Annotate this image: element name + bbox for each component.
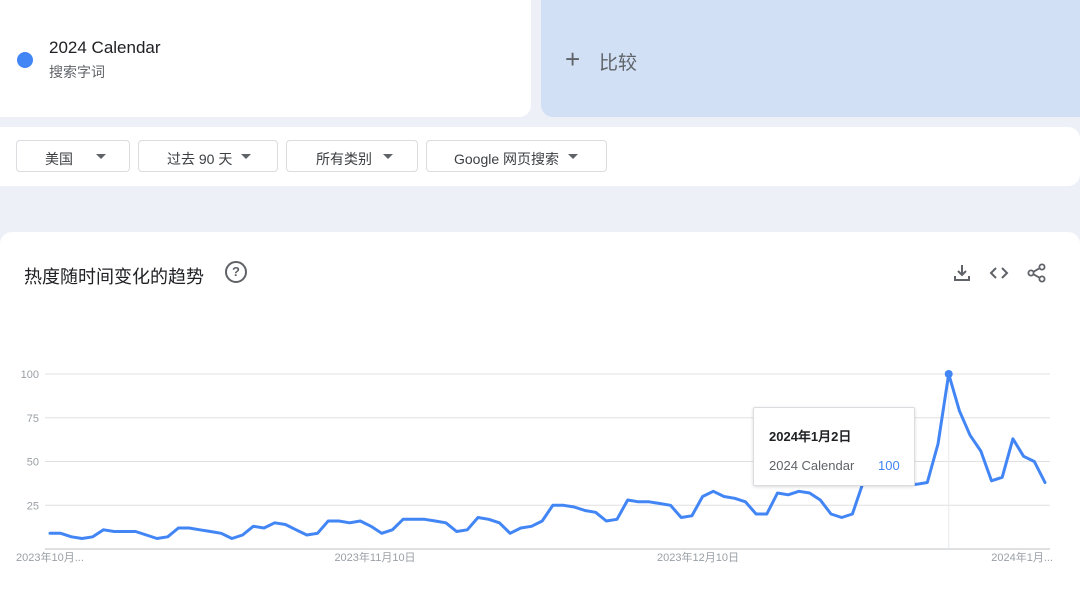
y-tick-label: 100	[21, 369, 39, 381]
tooltip-value: 100	[878, 458, 900, 473]
tooltip-term: 2024 Calendar	[769, 458, 855, 473]
data-point-tooltip: 2024年1月2日 2024 Calendar 100	[753, 407, 915, 486]
tooltip-date: 2024年1月2日	[769, 429, 852, 444]
x-tick-label: 2023年10月...	[16, 550, 84, 564]
y-tick-label: 50	[27, 457, 39, 469]
y-tick-label: 75	[27, 413, 39, 425]
x-tick-label: 2024年1月...	[991, 550, 1053, 564]
x-tick-label: 2023年11月10日	[334, 550, 415, 564]
y-tick-label: 25	[27, 500, 39, 512]
x-tick-label: 2023年12月10日	[657, 550, 739, 564]
highlight-point	[944, 370, 953, 378]
trend-line-chart: 25 50 75 100 2023年10月... 2023年11月10日 2023年12月1…	[16, 369, 1053, 564]
